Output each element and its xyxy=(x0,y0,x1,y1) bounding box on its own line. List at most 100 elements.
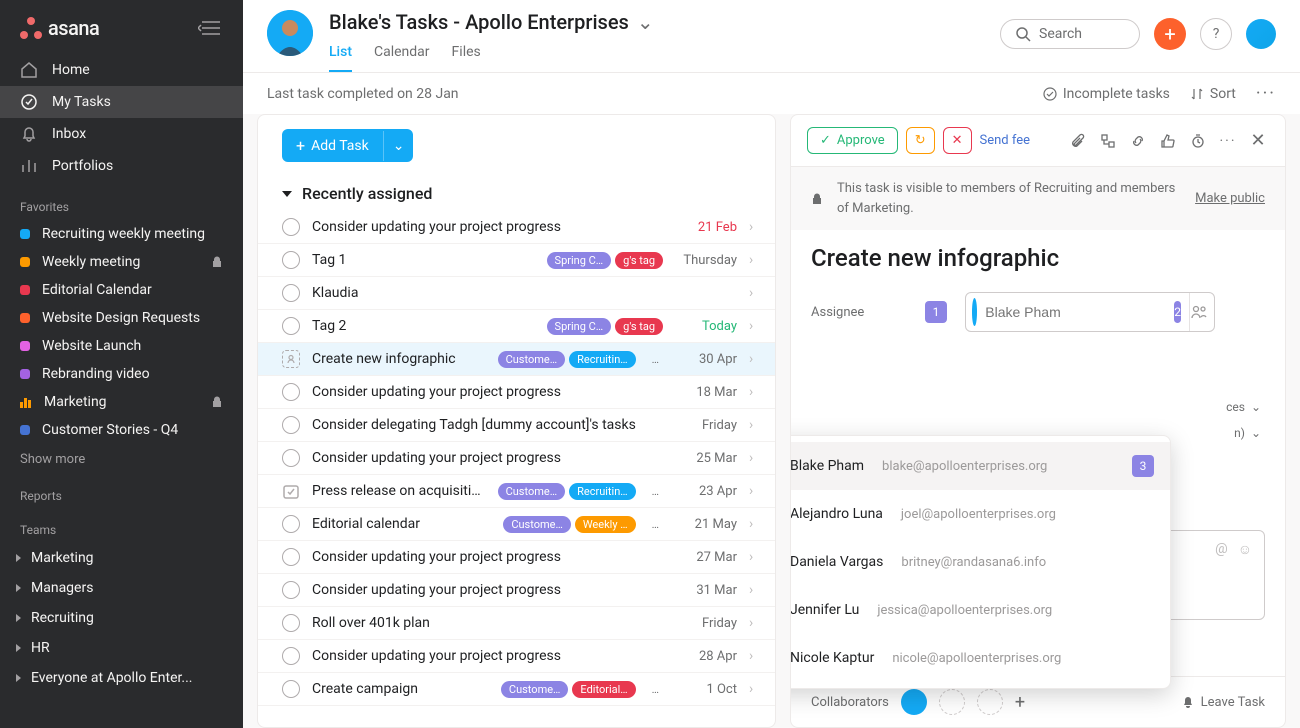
chevron-right-icon[interactable]: › xyxy=(749,549,765,565)
task-title[interactable]: Create new infographic xyxy=(791,230,1285,286)
more-actions-button[interactable]: ··· xyxy=(1256,83,1276,104)
complete-checkbox[interactable] xyxy=(282,614,300,632)
tag-pill[interactable]: Spring C… xyxy=(547,318,612,335)
add-task-button[interactable]: +Add Task ⌄ xyxy=(282,129,413,162)
more-tags-icon[interactable]: … xyxy=(648,483,663,500)
nav-inbox[interactable]: Inbox xyxy=(0,118,243,150)
chevron-right-icon[interactable]: › xyxy=(749,516,765,532)
collaborator-placeholder[interactable] xyxy=(939,689,965,715)
task-row[interactable]: Roll over 401k planFriday› xyxy=(258,607,775,640)
like-icon[interactable] xyxy=(1157,133,1179,149)
tag-pill[interactable]: Recruitin… xyxy=(569,351,636,368)
tag-pill[interactable]: Weekly … xyxy=(575,516,636,533)
sidebar-favorite-item[interactable]: Editorial Calendar xyxy=(0,276,243,304)
nav-home[interactable]: Home xyxy=(0,54,243,86)
task-row[interactable]: Editorial calendarCustome…Weekly ……21 Ma… xyxy=(258,508,775,541)
show-more-link[interactable]: Show more xyxy=(0,444,243,475)
task-row[interactable]: Tag 2Spring C…g's tagToday› xyxy=(258,310,775,343)
chevron-down-icon[interactable]: ⌄ xyxy=(1251,400,1261,414)
complete-checkbox[interactable] xyxy=(282,449,300,467)
approve-button[interactable]: ✓Approve xyxy=(807,127,898,154)
filter-incomplete[interactable]: Incomplete tasks xyxy=(1043,86,1170,102)
sidebar-favorite-item[interactable]: Customer Stories - Q4 xyxy=(0,416,243,444)
tag-pill[interactable]: Custome… xyxy=(501,681,569,698)
chevron-right-icon[interactable]: › xyxy=(749,384,765,400)
logo[interactable]: asana xyxy=(20,16,99,40)
sidebar-favorite-item[interactable]: Weekly meeting xyxy=(0,248,243,276)
global-add-button[interactable]: + xyxy=(1154,18,1186,50)
task-row[interactable]: Press release on acquisitionCustome…Recr… xyxy=(258,475,775,508)
sidebar-favorite-item[interactable]: Recruiting weekly meeting xyxy=(0,220,243,248)
task-row[interactable]: Klaudia› xyxy=(258,277,775,310)
person-option[interactable]: Alejandro Lunajoel@apolloenterprises.org xyxy=(790,490,1170,538)
assignee-field[interactable] xyxy=(985,304,1166,320)
search-input[interactable]: Search xyxy=(1000,19,1140,49)
attachment-icon[interactable] xyxy=(1067,133,1089,149)
title-chevron-icon[interactable]: ⌄ xyxy=(637,10,654,34)
complete-checkbox[interactable] xyxy=(282,647,300,665)
complete-checkbox[interactable] xyxy=(282,383,300,401)
tag-pill[interactable]: g's tag xyxy=(615,252,663,269)
complete-checkbox[interactable] xyxy=(282,317,300,335)
chevron-right-icon[interactable]: › xyxy=(749,285,765,301)
chevron-right-icon[interactable]: › xyxy=(749,318,765,334)
chevron-right-icon[interactable]: › xyxy=(749,252,765,268)
task-row[interactable]: Consider updating your project progress1… xyxy=(258,376,775,409)
tag-pill[interactable]: g's tag xyxy=(615,318,663,335)
chevron-right-icon[interactable]: › xyxy=(749,417,765,433)
reject-button[interactable]: ✕ xyxy=(943,127,972,154)
make-public-link[interactable]: Make public xyxy=(1195,191,1265,206)
tag-pill[interactable]: Spring C… xyxy=(547,252,612,269)
more-tags-icon[interactable]: … xyxy=(648,681,663,698)
chevron-down-icon[interactable]: ⌄ xyxy=(1251,426,1261,440)
add-collaborator-button[interactable]: + xyxy=(1015,692,1031,713)
complete-checkbox[interactable] xyxy=(282,251,300,269)
person-option[interactable]: Blake Phamblake@apolloenterprises.org3 xyxy=(790,442,1170,490)
link-icon[interactable] xyxy=(1127,133,1149,149)
task-row[interactable]: Consider delegating Tadgh [dummy account… xyxy=(258,409,775,442)
team-item[interactable]: Managers xyxy=(0,573,243,603)
task-row[interactable]: Consider updating your project progress2… xyxy=(258,541,775,574)
leave-task-button[interactable]: Leave Task xyxy=(1181,695,1265,710)
sidebar-favorite-item[interactable]: Website Design Requests xyxy=(0,304,243,332)
complete-checkbox[interactable] xyxy=(282,416,300,434)
complete-checkbox[interactable] xyxy=(282,515,300,533)
chevron-right-icon[interactable]: › xyxy=(749,219,765,235)
task-row[interactable]: Tag 1Spring C…g's tagThursday› xyxy=(258,244,775,277)
tab-list[interactable]: List xyxy=(329,38,352,72)
close-icon[interactable]: ✕ xyxy=(1247,130,1269,151)
task-row[interactable]: Create campaignCustome…Editorial……1 Oct› xyxy=(258,673,775,706)
owner-avatar[interactable] xyxy=(267,10,313,56)
sort-button[interactable]: Sort xyxy=(1190,86,1236,102)
team-item[interactable]: Marketing xyxy=(0,543,243,573)
add-task-dropdown-icon[interactable]: ⌄ xyxy=(383,131,414,161)
sidebar-favorite-item[interactable]: Rebranding video xyxy=(0,360,243,388)
sidebar-favorite-item[interactable]: Marketing xyxy=(0,388,243,416)
task-row[interactable]: Consider updating your project progress2… xyxy=(258,640,775,673)
section-heading[interactable]: Recently assigned xyxy=(258,176,775,211)
task-row[interactable]: Consider updating your project progress3… xyxy=(258,574,775,607)
subtask-icon[interactable] xyxy=(1097,133,1119,149)
complete-checkbox[interactable] xyxy=(282,284,300,302)
collapse-sidebar-icon[interactable] xyxy=(197,18,223,38)
chevron-right-icon[interactable]: › xyxy=(749,483,765,499)
nav-portfolios[interactable]: Portfolios xyxy=(0,150,243,182)
tag-pill[interactable]: Custome… xyxy=(498,351,566,368)
complete-checkbox[interactable] xyxy=(282,218,300,236)
chevron-right-icon[interactable]: › xyxy=(749,681,765,697)
nav-mytasks[interactable]: My Tasks xyxy=(0,86,243,118)
team-item[interactable]: Recruiting xyxy=(0,603,243,633)
tag-pill[interactable]: Recruitin… xyxy=(569,483,636,500)
chevron-right-icon[interactable]: › xyxy=(749,450,765,466)
task-row[interactable]: Consider updating your project progress2… xyxy=(258,442,775,475)
user-avatar[interactable] xyxy=(1246,19,1276,49)
emoji-icon[interactable]: ☺ xyxy=(1238,541,1252,558)
tag-pill[interactable]: Custome… xyxy=(503,516,571,533)
collaborator-placeholder[interactable] xyxy=(977,689,1003,715)
timer-icon[interactable] xyxy=(1187,133,1209,149)
team-item[interactable]: HR xyxy=(0,633,243,663)
tag-pill[interactable]: Editorial… xyxy=(572,681,635,698)
person-option[interactable]: Daniela Vargasbritney@randasana6.info xyxy=(790,538,1170,586)
help-button[interactable]: ? xyxy=(1200,18,1232,50)
complete-checkbox[interactable] xyxy=(282,581,300,599)
